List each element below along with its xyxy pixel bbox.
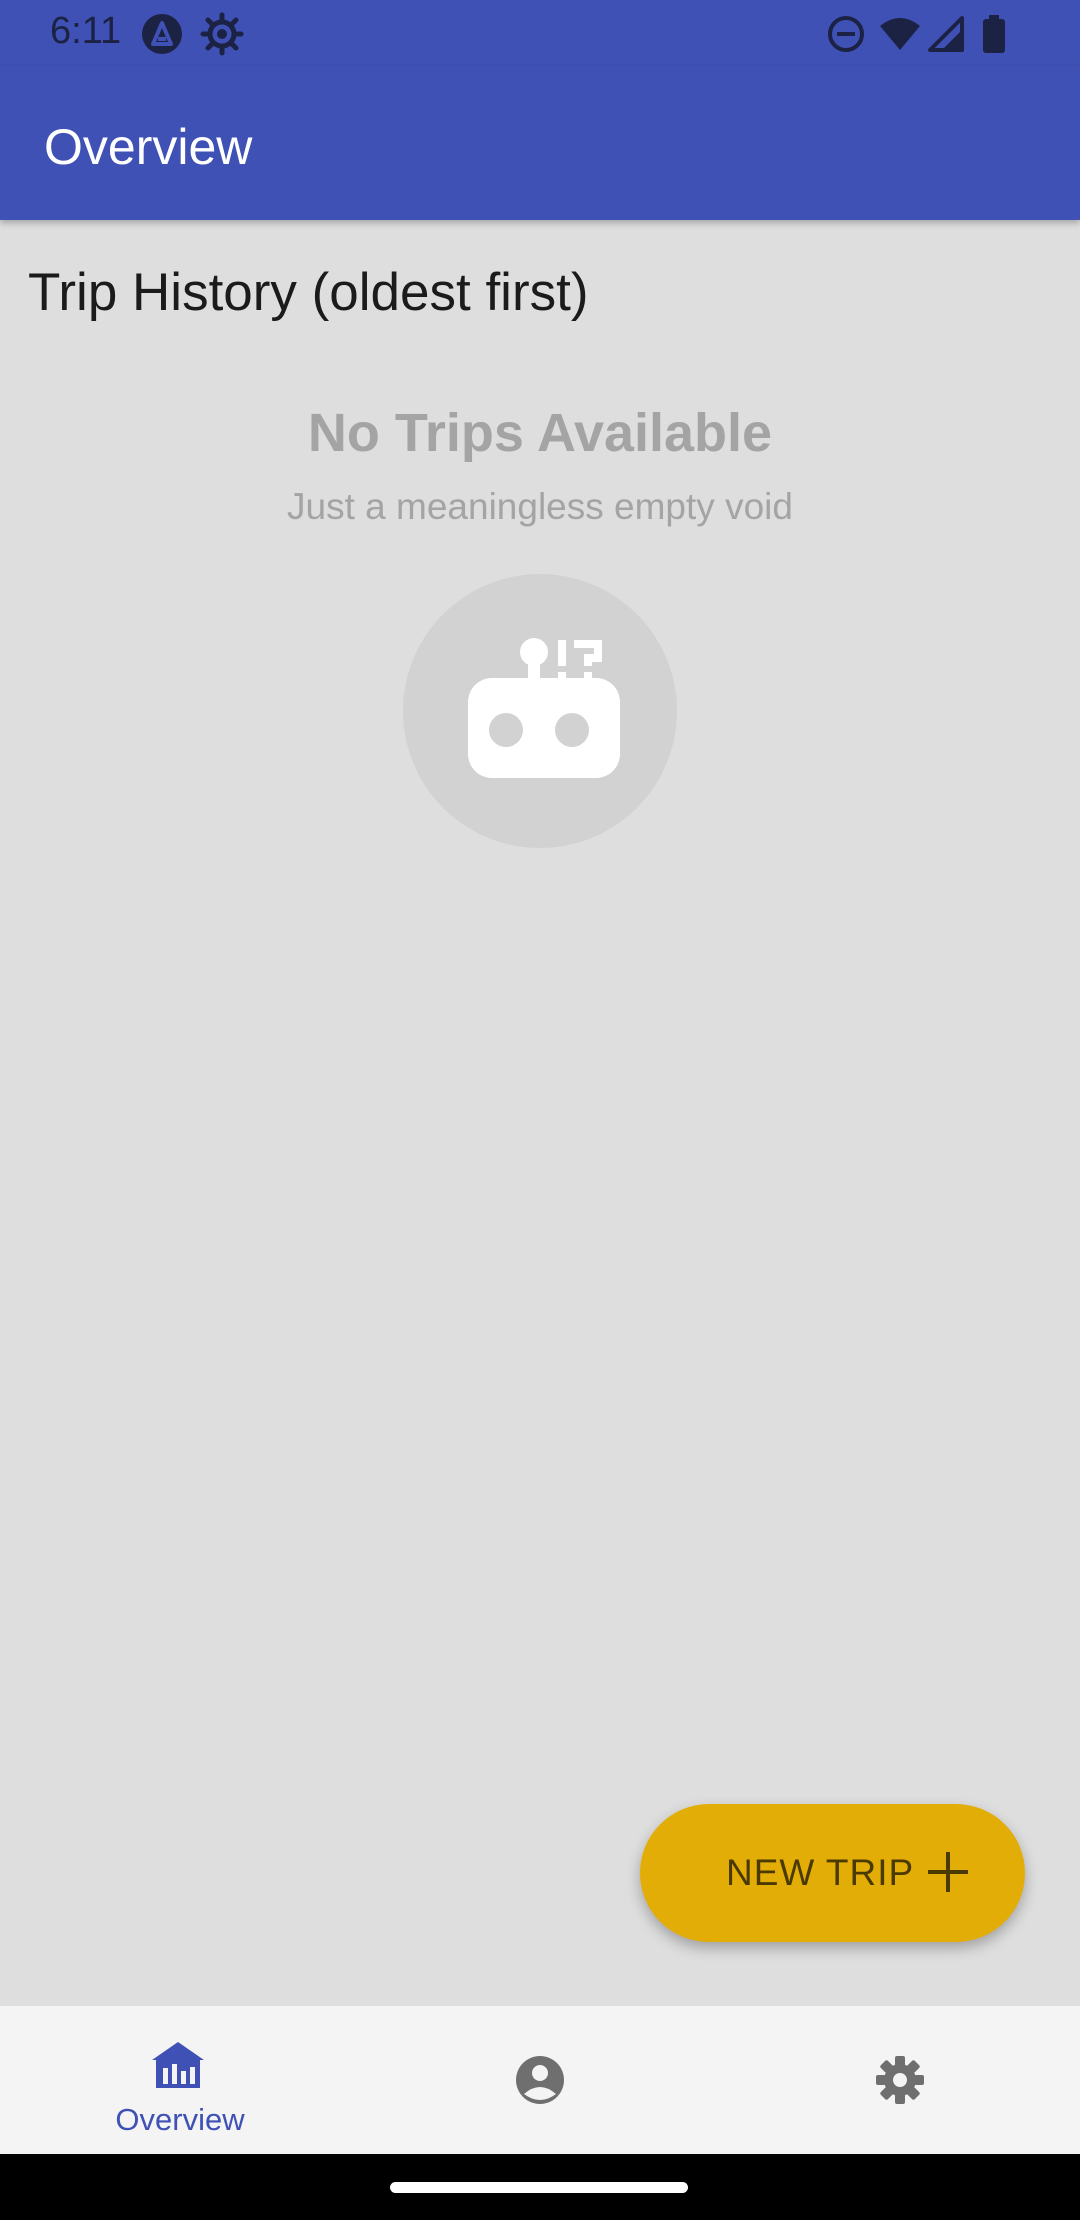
app-bar: Overview xyxy=(0,66,1080,220)
empty-state-subtitle: Just a meaningless empty void xyxy=(287,486,793,527)
home-gesture-handle[interactable] xyxy=(390,2182,688,2193)
status-time: 6:11 xyxy=(50,10,122,52)
home-chart-icon xyxy=(152,2042,204,2088)
empty-state-illustration xyxy=(403,574,677,848)
gear-icon xyxy=(200,12,244,56)
nav-item-settings[interactable] xyxy=(720,2006,1080,2154)
wifi-icon xyxy=(880,18,920,50)
app-a-icon xyxy=(142,14,182,54)
system-navigation-bar xyxy=(0,2154,1080,2220)
nav-item-overview[interactable]: Overview xyxy=(0,2006,360,2154)
new-trip-label: NEW TRIP xyxy=(726,1852,915,1893)
nav-item-profile[interactable] xyxy=(360,2006,720,2154)
do-not-disturb-icon xyxy=(828,16,864,52)
battery-icon xyxy=(983,15,1005,53)
section-title: Trip History (oldest first) xyxy=(28,263,589,322)
new-trip-button[interactable]: NEW TRIP xyxy=(640,1804,1025,1942)
signal-icon xyxy=(928,16,964,52)
account-circle-icon xyxy=(516,2056,564,2104)
status-bar: 6:11 xyxy=(0,0,1080,66)
app-title: Overview xyxy=(44,119,253,175)
plus-icon xyxy=(928,1852,968,1892)
empty-state-title: No Trips Available xyxy=(307,403,773,463)
nav-label-overview: Overview xyxy=(115,2102,245,2137)
bottom-navigation: Overview xyxy=(0,2006,1080,2154)
robot-confused-icon xyxy=(468,638,620,778)
settings-icon xyxy=(876,2056,924,2104)
